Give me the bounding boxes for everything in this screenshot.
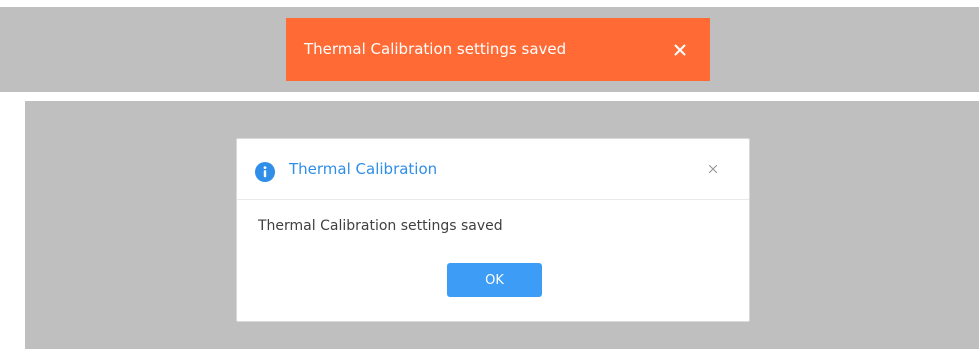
dialog-title: Thermal Calibration xyxy=(289,160,438,178)
close-icon[interactable] xyxy=(670,40,690,60)
ok-button[interactable]: OK xyxy=(447,263,542,297)
toast-notification: Thermal Calibration settings saved xyxy=(286,18,710,81)
toast-message: Thermal Calibration settings saved xyxy=(304,40,567,58)
info-dialog: Thermal Calibration Thermal Calibration … xyxy=(236,138,750,322)
dialog-message: Thermal Calibration settings saved xyxy=(258,218,503,234)
dialog-header: Thermal Calibration xyxy=(237,139,749,200)
close-icon[interactable] xyxy=(705,161,721,177)
info-icon xyxy=(255,162,275,182)
